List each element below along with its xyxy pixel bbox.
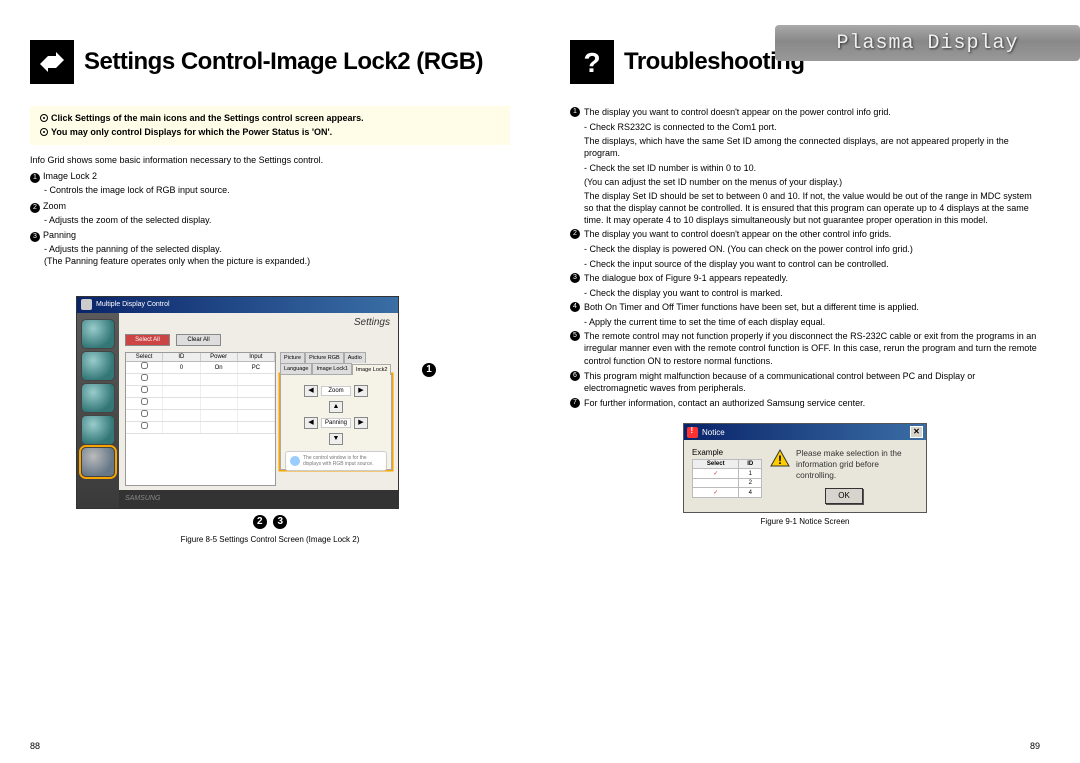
- item-2: 2Zoom: [30, 201, 510, 213]
- svg-text:!: !: [778, 453, 782, 467]
- tab-picture-rgb[interactable]: Picture RGB: [305, 352, 344, 363]
- item-3: 3Panning: [30, 230, 510, 242]
- trouble-sub: - Check the display is powered ON. (You …: [584, 243, 1040, 255]
- grid-row[interactable]: 0 On PC: [126, 362, 275, 374]
- panning-up-button[interactable]: ▲: [329, 401, 343, 413]
- trouble-item: 7For further information, contact an aut…: [570, 397, 1040, 409]
- tabs-panel: Picture Picture RGB Audio Language Image…: [280, 352, 392, 486]
- trouble-item: 2The display you want to control doesn't…: [570, 228, 1040, 240]
- notice-title-icon: [687, 427, 698, 438]
- tab-imagelock1[interactable]: Image Lock1: [312, 363, 352, 374]
- app-title-text: Multiple Display Control: [96, 301, 170, 308]
- trouble-sub: - Check the set ID number is within 0 to…: [584, 162, 1040, 174]
- settings-arrows-icon: [30, 40, 74, 84]
- trouble-item: 1The display you want to control doesn't…: [570, 106, 1040, 118]
- notice-example-grid: Example SelectID ✓1 2 ✓4: [692, 448, 762, 498]
- trouble-item: 3The dialogue box of Figure 9-1 appears …: [570, 272, 1040, 284]
- item-1: 1Image Lock 2: [30, 171, 510, 183]
- trouble-sub: - Apply the current time to set the time…: [584, 316, 1040, 328]
- figure-9-1-caption: Figure 9-1 Notice Screen: [683, 517, 927, 526]
- question-icon: ?: [570, 40, 614, 84]
- panning-left-button[interactable]: ◀: [304, 417, 318, 429]
- panning-label: Panning: [321, 418, 351, 428]
- zoom-right-button[interactable]: ▶: [354, 385, 368, 397]
- app-footer: SAMSUNG: [119, 490, 398, 508]
- tab-language[interactable]: Language: [280, 363, 312, 374]
- trouble-sub: The displays, which have the same Set ID…: [584, 135, 1040, 159]
- app-title-icon: [81, 299, 92, 310]
- right-page: Plasma Display ? Troubleshooting 1The di…: [540, 0, 1080, 763]
- app-screenshot: Multiple Display Control Settings Select…: [76, 296, 399, 509]
- left-title: Settings Control-Image Lock2 (RGB): [84, 48, 483, 76]
- tab-audio[interactable]: Audio: [344, 352, 366, 363]
- left-page: Settings Control-Image Lock2 (RGB) Click…: [0, 0, 540, 763]
- callout-1: 1: [422, 363, 436, 377]
- item-3-sub: - Adjusts the panning of the selected di…: [44, 244, 510, 267]
- header-brand-text: Plasma Display: [836, 32, 1018, 55]
- notice-titlebar: Notice ✕: [684, 424, 926, 440]
- note-box: Click Settings of the main icons and the…: [30, 106, 510, 145]
- tab-imagelock2-body: ◀ Zoom ▶ ▲ ◀ Panning ▶ ▼: [280, 374, 392, 470]
- notice-example-label: Example: [692, 448, 762, 457]
- sidebar-settings-icon[interactable]: [81, 447, 115, 477]
- zoom-left-button[interactable]: ◀: [304, 385, 318, 397]
- panning-down-button[interactable]: ▼: [329, 433, 343, 445]
- item-1-sub: - Controls the image lock of RGB input s…: [44, 185, 510, 197]
- left-title-row: Settings Control-Image Lock2 (RGB): [30, 40, 510, 84]
- trouble-sub: The display Set ID should be set to betw…: [584, 190, 1040, 226]
- grid-col-select: Select: [126, 353, 163, 361]
- callout-2: 2: [253, 515, 267, 529]
- trouble-sub: (You can adjust the set ID number on the…: [584, 176, 1040, 188]
- warning-icon: !: [770, 448, 790, 468]
- notice-close-button[interactable]: ✕: [910, 426, 923, 438]
- notice-ok-button[interactable]: OK: [825, 488, 863, 504]
- sidebar-aspect-icon[interactable]: [81, 383, 115, 413]
- clear-all-button[interactable]: Clear All: [176, 334, 221, 346]
- app-sidebar: [77, 313, 119, 508]
- sidebar-power-icon[interactable]: [81, 319, 115, 349]
- info-note: The control window is for the displays w…: [285, 451, 387, 471]
- troubleshooting-list: 1The display you want to control doesn't…: [570, 106, 1040, 409]
- grid-row-checkbox[interactable]: [141, 362, 148, 369]
- grid-col-id: ID: [163, 353, 200, 361]
- callout-3: 3: [273, 515, 287, 529]
- sidebar-input-icon[interactable]: [81, 351, 115, 381]
- trouble-sub: - Check the display you want to control …: [584, 287, 1040, 299]
- note-line-2: You may only control Displays for which …: [51, 127, 332, 137]
- page-number-left: 88: [30, 741, 40, 751]
- tab-imagelock2[interactable]: Image Lock2: [352, 364, 392, 375]
- info-grid: Select ID Power Input 0 On PC: [125, 352, 276, 486]
- trouble-sub: - Check the input source of the display …: [584, 258, 1040, 270]
- zoom-label: Zoom: [321, 386, 351, 396]
- tab-picture[interactable]: Picture: [280, 352, 305, 363]
- notice-dialog: Notice ✕ Example SelectID ✓1 2 ✓4: [683, 423, 927, 513]
- footer-logo: SAMSUNG: [125, 495, 160, 502]
- callouts-bottom: 2 3: [30, 515, 510, 529]
- notice-message: Please make selection in the information…: [796, 448, 918, 480]
- trouble-sub: - Check RS232C is connected to the Com1 …: [584, 121, 1040, 133]
- app-section-label: Settings: [119, 313, 398, 332]
- select-all-button[interactable]: Select All: [125, 334, 170, 346]
- svg-text:?: ?: [583, 47, 600, 78]
- notice-title-text: Notice: [702, 428, 725, 437]
- info-icon: [290, 456, 300, 466]
- page-number-right: 89: [1030, 741, 1040, 751]
- trouble-item: 6This program might malfunction because …: [570, 370, 1040, 394]
- sidebar-time-icon[interactable]: [81, 415, 115, 445]
- grid-col-power: Power: [201, 353, 238, 361]
- trouble-item: 4Both On Timer and Off Timer functions h…: [570, 301, 1040, 313]
- trouble-item: 5The remote control may not function pro…: [570, 330, 1040, 366]
- intro-text: Info Grid shows some basic information n…: [30, 155, 510, 165]
- header-brand-bar: Plasma Display: [775, 25, 1080, 61]
- panning-right-button[interactable]: ▶: [354, 417, 368, 429]
- note-line-1: Click Settings of the main icons and the…: [51, 113, 364, 123]
- grid-col-input: Input: [238, 353, 275, 361]
- item-2-sub: - Adjusts the zoom of the selected displ…: [44, 215, 510, 227]
- figure-8-5-caption: Figure 8-5 Settings Control Screen (Imag…: [30, 535, 510, 544]
- app-titlebar: Multiple Display Control: [77, 297, 398, 313]
